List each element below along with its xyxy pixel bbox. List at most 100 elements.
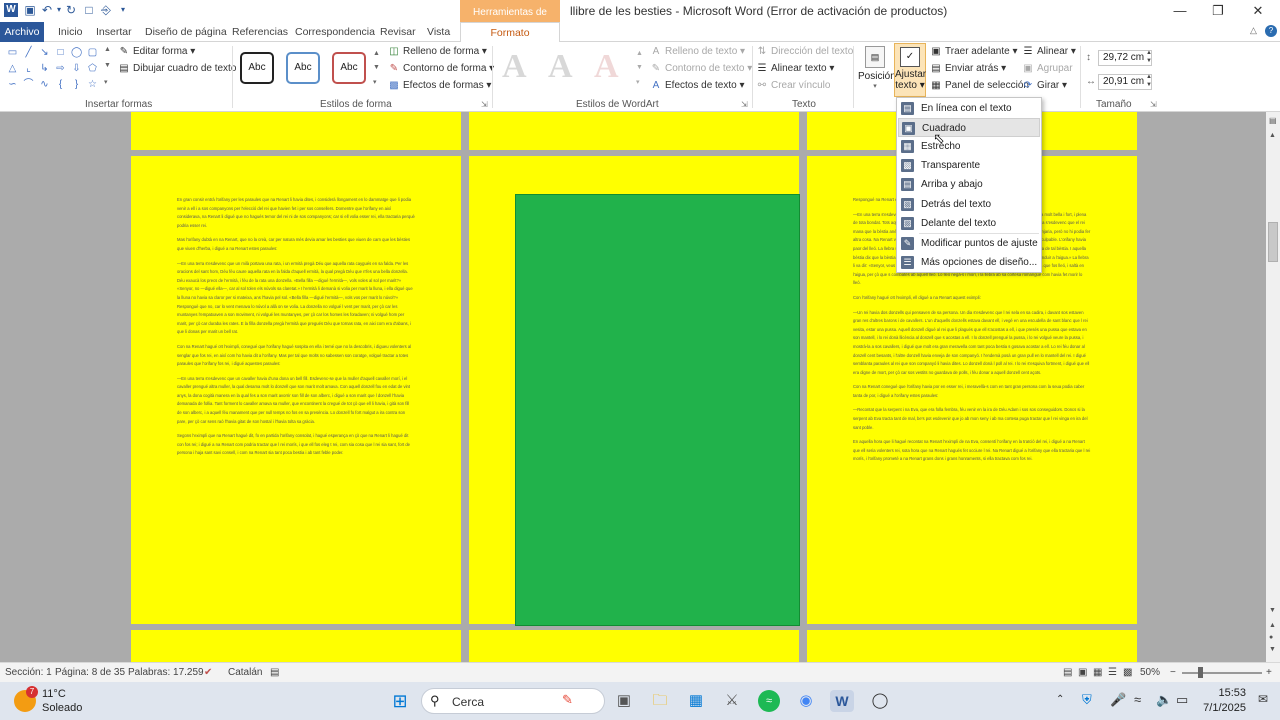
styles-scroll-up-icon[interactable]: ▲ xyxy=(373,50,380,57)
menu-item-en-linea[interactable]: ▤ En línea con el texto xyxy=(898,99,1040,118)
proofing-icon[interactable]: ✔ xyxy=(204,667,212,678)
shape-style-blue[interactable]: Abc xyxy=(286,52,320,84)
relleno-forma-button[interactable]: ◫ Relleno de forma ▾ xyxy=(388,44,487,60)
tab-diseno-pagina[interactable]: Diseño de página xyxy=(145,22,227,42)
square-shape-icon[interactable]: □ xyxy=(55,47,66,58)
star-shape-icon[interactable]: ☆ xyxy=(87,79,98,90)
previous-page-icon[interactable]: ▲ xyxy=(1269,622,1276,629)
contorno-forma-button[interactable]: ✎ Contorno de forma ▾ xyxy=(388,61,494,77)
tab-correspondencia[interactable]: Correspondencia xyxy=(295,22,375,42)
status-zoom-level[interactable]: 50% xyxy=(1140,667,1160,678)
microphone-icon[interactable]: 🎤 xyxy=(1110,692,1126,708)
tab-insertar[interactable]: Insertar xyxy=(96,22,132,42)
efectos-formas-button[interactable]: ▩ Efectos de formas ▾ xyxy=(388,78,491,94)
width-spinner-icon[interactable]: ▲ ▼ xyxy=(1146,73,1152,89)
help-icon[interactable]: ? xyxy=(1265,25,1277,37)
tab-formato[interactable]: Formato xyxy=(460,22,560,43)
weather-widget[interactable]: 7 11°C Soleado xyxy=(14,686,104,716)
customize-icon[interactable]: ▾ xyxy=(116,3,130,17)
save-icon[interactable]: ▣ xyxy=(23,3,37,17)
word-logo-icon[interactable]: W xyxy=(4,3,18,17)
wordart-style-2[interactable]: A xyxy=(548,48,573,86)
spotify-icon[interactable]: ≈ xyxy=(758,690,780,712)
tab-referencias[interactable]: Referencias xyxy=(232,22,288,42)
panel-seleccion-button[interactable]: ▦ Panel de selección xyxy=(930,78,1029,94)
shape-height-input[interactable]: 29,72 cm xyxy=(1098,50,1152,66)
shape-style-black[interactable]: Abc xyxy=(240,52,274,84)
menu-item-mas-opciones[interactable]: ☰ Más opciones de diseño... xyxy=(898,253,1040,272)
right-arrow-shape-icon[interactable]: ⇨ xyxy=(55,63,66,74)
shapes-gallery[interactable]: ▭ ╱ ↘ □ ◯ ▢ △ ⌞ ↳ ⇨ ⇩ ⬠ ∽ ⌒ ∿ { } ☆ xyxy=(5,46,103,92)
shape-styles-launcher-icon[interactable]: ⇲ xyxy=(481,100,488,109)
ruler-toggle-icon[interactable]: ▤ xyxy=(1269,116,1277,125)
tab-inicio[interactable]: Inicio xyxy=(58,22,83,42)
shapes-more-icon[interactable]: ▾ xyxy=(104,78,108,86)
clock-time[interactable]: 15:53 xyxy=(1212,687,1246,699)
restore-icon[interactable]: ❐ xyxy=(1208,3,1228,19)
size-launcher-icon[interactable]: ⇲ xyxy=(1150,100,1157,109)
clock-date[interactable]: 7/1/2025 xyxy=(1200,702,1246,714)
task-view-icon[interactable]: ▣ xyxy=(612,690,636,712)
zoom-in-icon[interactable]: + xyxy=(1266,667,1272,678)
styles-scroll-down-icon[interactable]: ▼ xyxy=(373,64,380,71)
wifi-icon[interactable]: ≈ xyxy=(1134,692,1141,707)
crear-vinculo-button[interactable]: ⚯ Crear vínculo xyxy=(756,78,831,94)
view-outline-icon[interactable]: ☰ xyxy=(1108,667,1117,678)
tree-icon[interactable]: ⎆ xyxy=(99,3,113,17)
curve-shape-icon[interactable]: ∽ xyxy=(7,79,18,90)
shapes-scroll-up-icon[interactable]: ▲ xyxy=(104,46,111,53)
store-icon[interactable]: ▦ xyxy=(684,690,708,712)
wordart-scroll-up-icon[interactable]: ▲ xyxy=(636,50,643,57)
document-area[interactable]: En gran consir entrà l'orifany per les p… xyxy=(0,112,1266,662)
tab-archivo[interactable]: Archivo xyxy=(0,22,44,42)
show-hidden-icons[interactable]: ⌃ xyxy=(1056,694,1064,705)
redo-icon[interactable]: ↻ xyxy=(64,3,78,17)
styles-more-icon[interactable]: ▾ xyxy=(373,78,377,86)
status-idioma[interactable]: Catalán xyxy=(228,667,262,678)
efectos-texto-button[interactable]: A Efectos de texto ▾ xyxy=(650,78,745,94)
rectangle-shape-icon[interactable]: ▭ xyxy=(7,47,18,58)
notifications-icon[interactable]: ✉ xyxy=(1258,692,1268,706)
battery-icon[interactable]: ▭ xyxy=(1176,692,1188,708)
next-page-icon[interactable]: ▼ xyxy=(1269,646,1276,653)
tab-vista[interactable]: Vista xyxy=(427,22,450,42)
right-brace-shape-icon[interactable]: } xyxy=(71,79,82,90)
zoom-out-icon[interactable]: − xyxy=(1170,667,1176,678)
traer-adelante-button[interactable]: ▣ Traer adelante ▾ xyxy=(930,44,1017,60)
taskbar-search[interactable]: ⚲ Cerca ✎ xyxy=(421,688,605,714)
browse-object-icon[interactable]: ● xyxy=(1269,634,1273,641)
view-web-layout-icon[interactable]: ▦ xyxy=(1093,667,1102,678)
minimize-icon[interactable]: — xyxy=(1170,3,1190,19)
alinear-texto-button[interactable]: ☰ Alinear texto ▾ xyxy=(756,61,835,77)
shape-style-red[interactable]: Abc xyxy=(332,52,366,84)
status-pagina[interactable]: Página: 8 de 35 xyxy=(55,667,125,678)
elbow-arrow-shape-icon[interactable]: ↳ xyxy=(39,63,50,74)
menu-item-estrecho[interactable]: ▦ Estrecho xyxy=(898,137,1040,156)
tab-revisar[interactable]: Revisar xyxy=(380,22,416,42)
wordart-style-3[interactable]: A xyxy=(594,48,619,86)
agrupar-button[interactable]: ▣ Agrupar xyxy=(1022,61,1072,77)
close-icon[interactable]: ✕ xyxy=(1248,3,1268,19)
zoom-slider-thumb[interactable] xyxy=(1198,667,1203,678)
posicion-button[interactable]: ▤ Posición ▾ xyxy=(858,44,896,96)
menu-item-transparente[interactable]: ▩ Transparente xyxy=(898,156,1040,175)
editar-forma-button[interactable]: ✎ Editar forma ▾ xyxy=(118,44,195,60)
alinear-button[interactable]: ☰ Alinear ▾ xyxy=(1022,44,1076,60)
ajustar-texto-button[interactable]: ✓ Ajustar texto ▾ xyxy=(894,43,926,97)
volume-icon[interactable]: 🔈 xyxy=(1156,692,1172,708)
view-full-screen-icon[interactable]: ▣ xyxy=(1078,667,1087,678)
height-spinner-icon[interactable]: ▲ ▼ xyxy=(1146,49,1152,65)
arc-shape-icon[interactable]: ⌒ xyxy=(23,79,34,90)
pentagon-shape-icon[interactable]: ⬠ xyxy=(87,63,98,74)
freeform-shape-icon[interactable]: ∿ xyxy=(39,79,50,90)
obs-icon[interactable]: ◯ xyxy=(868,690,892,712)
defender-icon[interactable]: ⛨ xyxy=(1082,692,1092,708)
word-taskbar-icon[interactable]: W xyxy=(830,690,854,712)
left-brace-shape-icon[interactable]: { xyxy=(55,79,66,90)
status-seccion[interactable]: Sección: 1 xyxy=(5,667,52,678)
view-print-layout-icon[interactable]: ▤ xyxy=(1063,667,1072,678)
enviar-atras-button[interactable]: ▤ Enviar atrás ▾ xyxy=(930,61,1006,77)
green-rectangle-shape[interactable] xyxy=(515,194,800,626)
macro-record-icon[interactable]: ▤ xyxy=(270,667,279,678)
view-draft-icon[interactable]: ▩ xyxy=(1123,667,1132,678)
